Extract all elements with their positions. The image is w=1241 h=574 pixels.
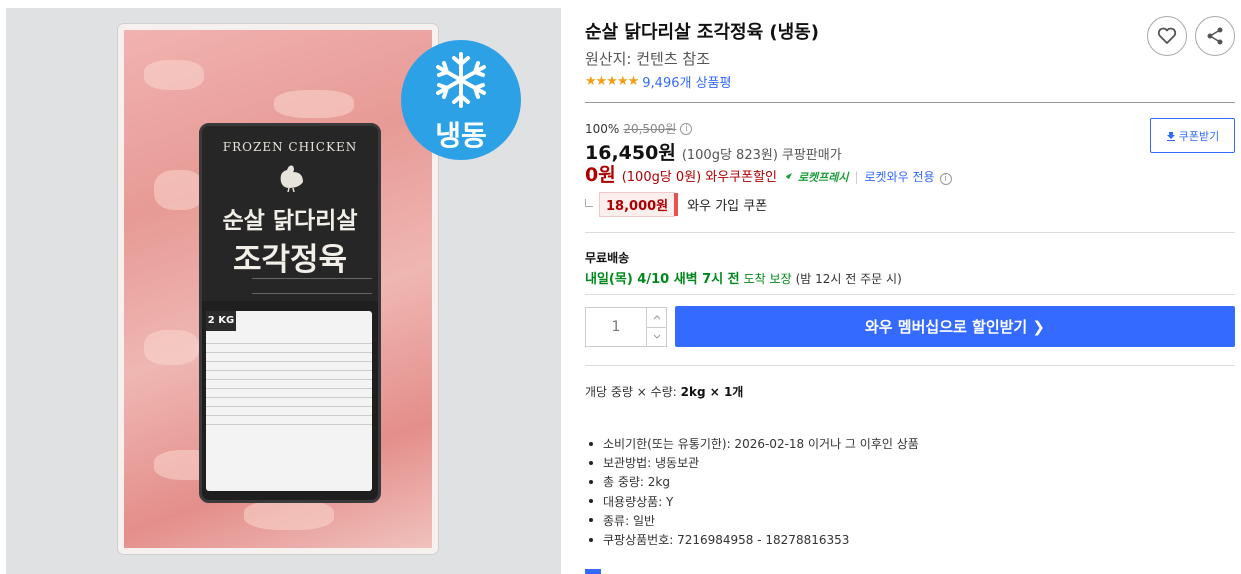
quantity-input[interactable]	[586, 308, 646, 346]
chevron-down-icon	[653, 334, 660, 339]
section-marker	[585, 569, 601, 574]
original-price: 20,500원	[623, 122, 677, 136]
quantity-decrease-button[interactable]	[647, 326, 666, 347]
order-cutoff-note: (밤 12시 전 주문 시)	[795, 272, 902, 286]
pack-info: 개당 중량 × 수량: 2kg × 1개	[585, 383, 743, 400]
coupon-download-label: 쿠폰받기	[1178, 129, 1220, 143]
shipping-title: 무료배송	[585, 251, 630, 265]
quantity-increase-button[interactable]	[647, 308, 666, 327]
divider	[585, 232, 1235, 233]
delivery-estimate: 내일(목) 4/10 새벽 7시 전 도착 보장 (밤 12시 전 주문 시)	[585, 268, 902, 287]
join-coupon-price: 18,000원	[599, 192, 679, 217]
discount-rate: 100%	[585, 121, 620, 136]
divider	[585, 294, 1235, 295]
wow-price-line: 0원 (100g당 0원) 와우쿠폰할인 로켓프레시 | 로켓와우 전용 i	[585, 160, 952, 187]
divider	[585, 102, 1235, 103]
pack-info-value: 2kg × 1개	[680, 385, 744, 399]
share-icon	[1207, 27, 1223, 45]
product-label: FROZEN CHICKEN 순살 닭다리살 조각정육 2 KG	[199, 123, 381, 503]
join-coupon-line: 18,000원 와우 가입 쿠폰	[585, 192, 767, 217]
product-image[interactable]: FROZEN CHICKEN 순살 닭다리살 조각정육 2 KG 냉동	[6, 8, 561, 574]
chevron-up-icon	[653, 315, 660, 320]
coupon-download-button[interactable]: 쿠폰받기	[1150, 118, 1235, 153]
label-description	[252, 278, 372, 294]
review-count-link[interactable]: 9,496개 상품평	[642, 72, 731, 91]
list-item: 종류: 일반	[585, 511, 919, 530]
arrival-date: 내일(목) 4/10 새벽 7시 전	[585, 272, 740, 287]
snowflake-icon	[436, 52, 486, 108]
indent-corner	[585, 198, 593, 207]
arrival-guarantee: 도착 보장	[743, 272, 792, 286]
info-icon[interactable]: i	[939, 173, 952, 185]
label-weight: 2 KG	[206, 311, 236, 331]
rating-stars: ★★★★★	[585, 74, 639, 89]
rating: ★★★★★ 9,496개 상품평	[585, 72, 731, 91]
quantity-stepper	[585, 307, 667, 347]
wow-membership-button[interactable]: 와우 멤버십으로 할인받기 ❯	[675, 306, 1235, 347]
product-info: 순살 닭다리살 조각정육 (냉동) 원산지: 컨텐츠 참조 ★★★★★ 9,49…	[585, 0, 1241, 574]
wow-coupon-label: 와우쿠폰할인	[705, 170, 778, 185]
pack-info-label: 개당 중량 × 수량:	[585, 385, 681, 399]
label-brand: FROZEN CHICKEN	[222, 140, 358, 154]
wow-unit-price: (100g당 0원)	[621, 170, 702, 185]
product-title: 순살 닭다리살 조각정육 (냉동)	[585, 22, 819, 43]
list-item: 총 중량: 2kg	[585, 472, 919, 491]
discount-line: 100% 20,500원 i	[585, 120, 693, 137]
label-spec-table	[206, 311, 372, 491]
rocket-wow-only: 로켓와우 전용	[864, 170, 935, 184]
list-item: 대용량상품: Y	[585, 492, 919, 511]
wow-price: 0원	[585, 164, 616, 186]
info-icon[interactable]: i	[680, 122, 693, 135]
separator: |	[854, 170, 859, 184]
heart-icon	[1157, 27, 1177, 44]
list-item: 보관방법: 냉동보관	[585, 453, 919, 472]
wishlist-button[interactable]	[1147, 16, 1187, 56]
frozen-badge: 냉동	[401, 40, 521, 160]
divider	[585, 365, 1235, 366]
rocket-icon	[784, 173, 793, 181]
label-title-line2: 조각정육	[232, 242, 348, 278]
rocket-fresh-badge: 로켓프레시	[783, 169, 848, 185]
chicken-icon	[280, 165, 303, 192]
spec-list: 소비기한(또는 유통기한): 2026-02-18 이거나 그 이후인 상품 보…	[585, 434, 919, 549]
share-button[interactable]	[1195, 16, 1235, 56]
frozen-badge-text: 냉동	[435, 119, 487, 152]
list-item: 소비기한(또는 유통기한): 2026-02-18 이거나 그 이후인 상품	[585, 434, 919, 453]
label-title-line1: 순살 닭다리살	[222, 208, 358, 234]
product-page: FROZEN CHICKEN 순살 닭다리살 조각정육 2 KG 냉동 순살 닭…	[0, 0, 1241, 574]
product-origin: 원산지: 컨텐츠 참조	[585, 50, 710, 68]
join-coupon-label: 와우 가입 쿠폰	[687, 199, 768, 214]
download-icon	[1166, 131, 1175, 141]
list-item: 쿠팡상품번호: 7216984958 - 18278816353	[585, 530, 919, 549]
